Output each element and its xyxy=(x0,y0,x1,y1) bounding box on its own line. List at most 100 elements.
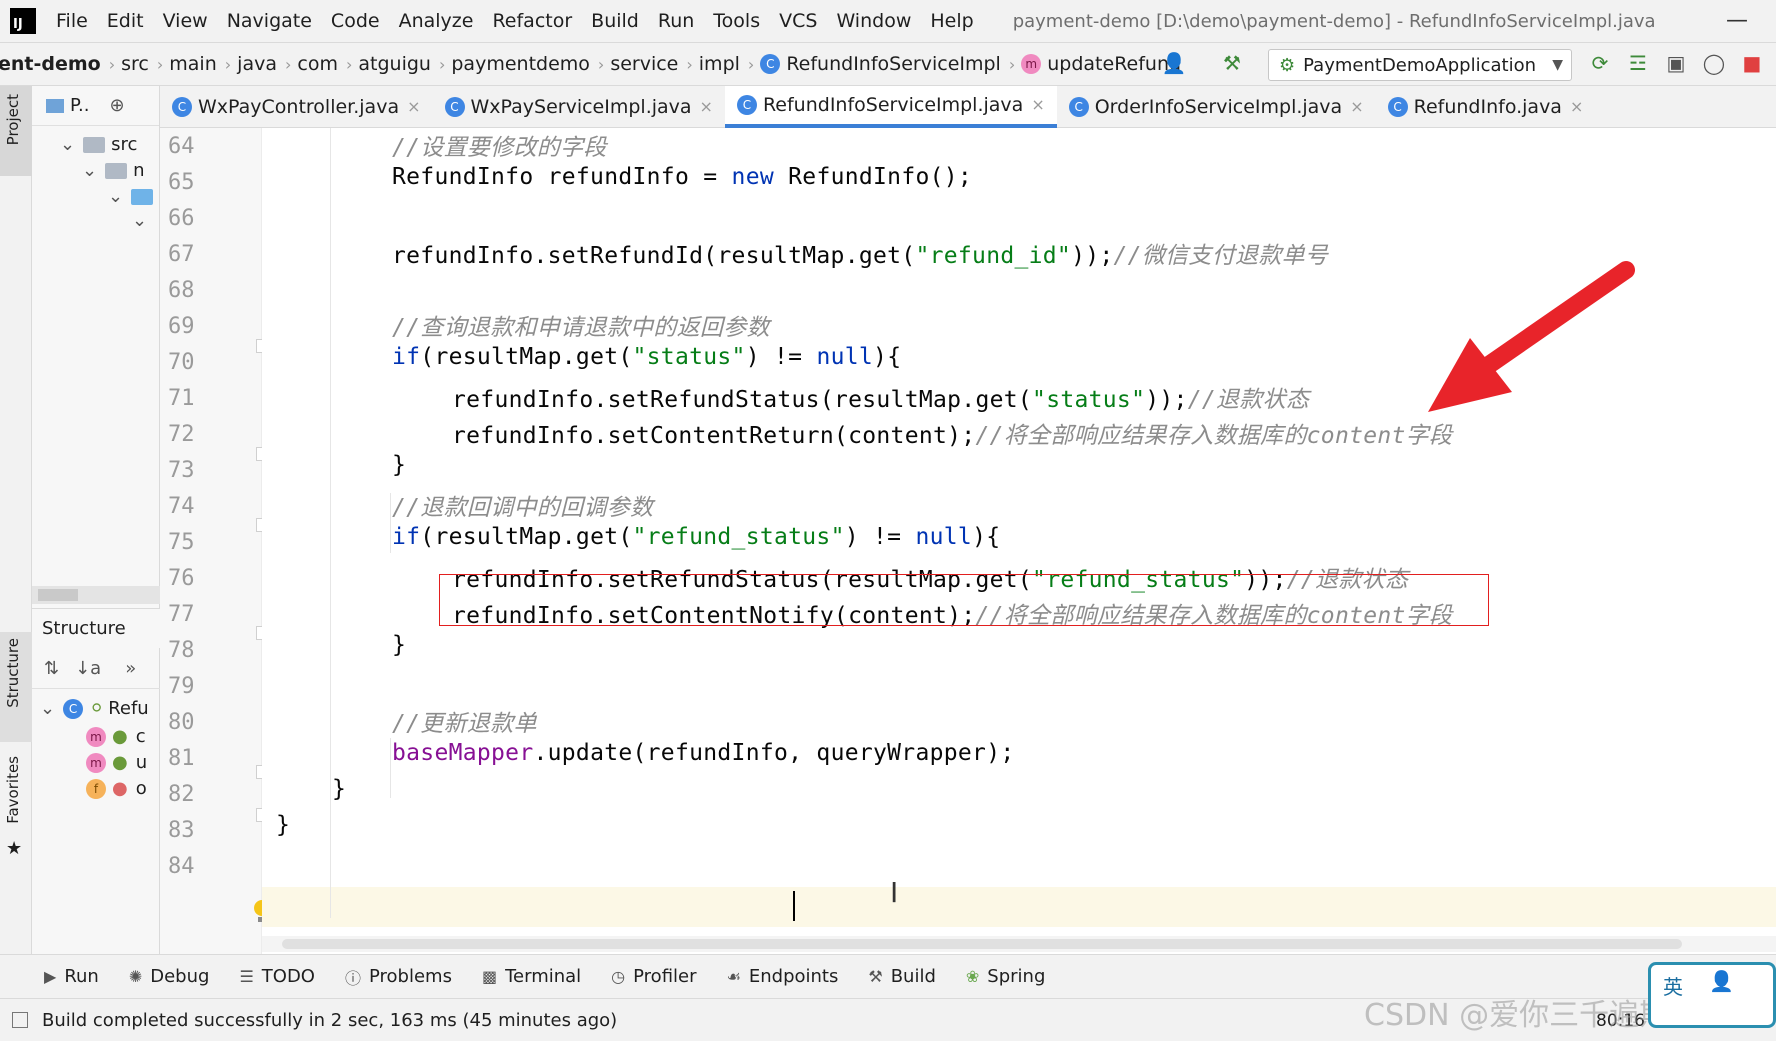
tree-item[interactable]: ⌄ n xyxy=(82,160,145,181)
code-line-65[interactable]: RefundInfo refundInfo = new RefundInfo()… xyxy=(392,164,972,190)
menu-vcs[interactable]: VCS xyxy=(779,10,817,32)
menu-help[interactable]: Help xyxy=(930,10,973,32)
breadcrumb-class[interactable]: C RefundInfoServiceImpl xyxy=(760,53,1001,75)
close-icon[interactable]: × xyxy=(1570,97,1583,116)
method-icon: m xyxy=(86,752,106,773)
tool-endpoints[interactable]: ☙ Endpoints xyxy=(727,966,839,987)
tool-problems[interactable]: ⓘ Problems xyxy=(345,965,452,989)
breadcrumb-method[interactable]: m updateRefund xyxy=(1021,53,1181,75)
code-line-67[interactable]: refundInfo.setRefundId(resultMap.get("re… xyxy=(392,236,1328,270)
breadcrumb-src[interactable]: src xyxy=(121,53,149,75)
structure-item[interactable]: m ● c xyxy=(86,726,146,747)
breadcrumb-com[interactable]: com xyxy=(297,53,338,75)
hammer-icon: ⚒ xyxy=(868,967,883,986)
code-line-64[interactable]: //设置要修改的字段 xyxy=(392,128,607,162)
close-icon[interactable]: × xyxy=(1350,97,1363,116)
line-number: 70 xyxy=(168,350,195,375)
tree-item[interactable]: ⌄ xyxy=(108,186,159,207)
tree-item[interactable]: ⌄ xyxy=(132,210,147,231)
breadcrumb-main[interactable]: main xyxy=(169,53,216,75)
debug-icon[interactable]: ☲ xyxy=(1624,49,1652,77)
close-icon[interactable]: × xyxy=(1031,95,1044,114)
code-line-78[interactable]: } xyxy=(392,632,406,658)
status-message: Build completed successfully in 2 sec, 1… xyxy=(42,1009,618,1031)
tab-wxpaycontroller[interactable]: C WxPayController.java × xyxy=(160,86,433,128)
more-icon[interactable]: » xyxy=(125,658,136,679)
code-line-70[interactable]: if(resultMap.get("status") != null){ xyxy=(392,344,901,370)
menu-run[interactable]: Run xyxy=(658,10,694,32)
run-config-select[interactable]: ⚙ PaymentDemoApplication ▼ xyxy=(1268,49,1572,81)
project-panel-title[interactable]: P.. xyxy=(70,95,90,116)
hammer-icon[interactable]: ⚒ xyxy=(1218,49,1246,77)
menu-file[interactable]: File xyxy=(56,10,88,32)
tool-debug[interactable]: ✺ Debug xyxy=(129,966,210,987)
menu-edit[interactable]: Edit xyxy=(107,10,144,32)
panel-scrollbar[interactable] xyxy=(32,586,160,604)
tool-run[interactable]: ▶ Run xyxy=(44,966,99,987)
chevron-right-icon: › xyxy=(597,54,605,74)
menu-analyze[interactable]: Analyze xyxy=(399,10,474,32)
code-line-75[interactable]: if(resultMap.get("refund_status") != nul… xyxy=(392,524,1000,550)
menu-window[interactable]: Window xyxy=(836,10,911,32)
close-icon[interactable]: × xyxy=(407,97,420,116)
sort-visibility-icon[interactable]: ⇅ xyxy=(44,658,59,679)
editor-gutter[interactable]: 64 65 66 67 68 69 70 71 72 73 74 75 76 7… xyxy=(160,128,270,954)
chevron-right-icon: › xyxy=(747,54,755,74)
menu-view[interactable]: View xyxy=(163,10,208,32)
code-line-72[interactable]: refundInfo.setContentReturn(content);//将… xyxy=(452,416,1452,450)
run-config-label: PaymentDemoApplication xyxy=(1303,54,1536,76)
code-line-83[interactable]: } xyxy=(276,812,290,838)
breadcrumb-atguigu[interactable]: atguigu xyxy=(358,53,431,75)
breadcrumb-impl[interactable]: impl xyxy=(699,53,740,75)
rerun-icon[interactable]: ⟳ xyxy=(1586,49,1614,77)
user-icon[interactable]: 👤 xyxy=(1160,49,1188,77)
code-line-74[interactable]: //退款回调中的回调参数 xyxy=(392,488,653,522)
breadcrumb-service[interactable]: service xyxy=(610,53,678,75)
menu-navigate[interactable]: Navigate xyxy=(227,10,312,32)
stop-icon[interactable]: ■ xyxy=(1738,49,1766,77)
menu-refactor[interactable]: Refactor xyxy=(492,10,572,32)
locate-icon[interactable]: ⊕ xyxy=(110,95,125,116)
code-line-69[interactable]: //查询退款和申请退款中的返回参数 xyxy=(392,308,770,342)
profiler-icon[interactable]: ◯ xyxy=(1700,49,1728,77)
tool-build[interactable]: ⚒ Build xyxy=(868,966,936,987)
tab-wxpayserviceimpl[interactable]: C WxPayServiceImpl.java × xyxy=(433,86,725,128)
editor-tabs: C WxPayController.java × C WxPayServiceI… xyxy=(160,85,1776,128)
menu-build[interactable]: Build xyxy=(591,10,639,32)
breadcrumb-java[interactable]: java xyxy=(237,53,277,75)
coverage-icon[interactable]: ▣ xyxy=(1662,49,1690,77)
structure-tool-button[interactable]: Structure xyxy=(0,632,32,742)
tool-spring[interactable]: ❀ Spring xyxy=(966,966,1046,987)
tool-terminal[interactable]: ▩ Terminal xyxy=(482,966,581,987)
tool-todo[interactable]: ☰ TODO xyxy=(239,966,315,987)
horizontal-scrollbar[interactable] xyxy=(262,936,1776,952)
sort-alpha-icon[interactable]: ↓a xyxy=(75,658,101,679)
breadcrumb-project[interactable]: ent-demo xyxy=(0,53,101,75)
tool-label: Build xyxy=(890,966,936,987)
project-tool-button[interactable]: Project xyxy=(0,86,32,176)
favorites-tool-button[interactable]: Favorites ★ xyxy=(0,756,32,859)
tab-orderinfoserviceimpl[interactable]: C OrderInfoServiceImpl.java × xyxy=(1057,86,1376,128)
structure-item[interactable]: m ● u xyxy=(86,752,147,773)
structure-item[interactable]: f ● o xyxy=(86,778,147,799)
text-caret xyxy=(793,891,795,921)
code-line-73[interactable]: } xyxy=(392,452,406,478)
close-icon[interactable]: × xyxy=(700,97,713,116)
breadcrumb-paymentdemo[interactable]: paymentdemo xyxy=(451,53,590,75)
minimize-icon[interactable]: — xyxy=(1726,8,1748,33)
tree-item-label: n xyxy=(133,160,145,181)
tree-item[interactable]: ⌄ src xyxy=(60,134,137,155)
line-number: 80 xyxy=(168,710,195,735)
structure-item[interactable]: ⌄ C ⚪ Refu xyxy=(40,698,149,719)
menu-code[interactable]: Code xyxy=(331,10,380,32)
code-line-81[interactable]: baseMapper.update(refundInfo, queryWrapp… xyxy=(392,740,1015,766)
menu-tools[interactable]: Tools xyxy=(713,10,760,32)
tab-refundinfo[interactable]: C RefundInfo.java × xyxy=(1376,86,1596,128)
code-line-71[interactable]: refundInfo.setRefundStatus(resultMap.get… xyxy=(452,380,1309,414)
status-toggle-icon[interactable] xyxy=(12,1012,28,1028)
code-line-80[interactable]: //更新退款单 xyxy=(392,704,537,738)
tool-profiler[interactable]: ◷ Profiler xyxy=(611,966,696,987)
code-line-82[interactable]: } xyxy=(332,776,346,802)
line-number: 77 xyxy=(168,602,195,627)
tab-refundinfoserviceimpl[interactable]: C RefundInfoServiceImpl.java × xyxy=(724,85,1057,128)
